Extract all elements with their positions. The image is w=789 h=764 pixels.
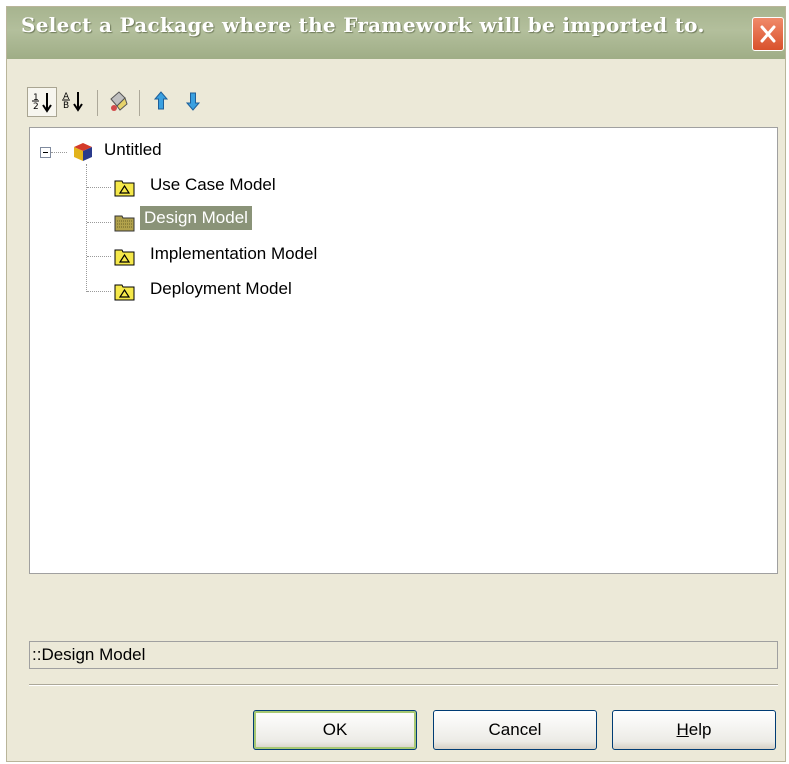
help-button[interactable]: Help [612,710,776,750]
cancel-button[interactable]: Cancel [433,710,597,750]
package-folder-icon [114,284,135,301]
svg-text:B: B [63,101,69,111]
tree-connector [87,222,111,223]
tree-connector [86,164,87,292]
title-bar[interactable]: Select a Package where the Framework wil… [7,7,785,59]
package-folder-icon [114,215,135,232]
model-cube-icon [74,143,92,161]
package-folder-icon [114,249,135,266]
sort-numeric-icon: 1 2 [32,93,52,113]
selected-path-field: ::Design Model [29,641,778,669]
tree-connector [87,256,111,257]
properties-icon [110,91,128,111]
divider [29,684,778,686]
selected-path-text: ::Design Model [32,645,146,664]
ok-button[interactable]: OK [253,710,417,750]
tree-connector [51,152,67,153]
package-folder-icon [114,180,135,197]
tree-item-label: Design Model [140,206,252,230]
close-x-icon [760,25,776,43]
toolbar-separator [97,90,98,116]
sort-numeric-button[interactable]: 1 2 [27,87,57,117]
tree-connector [87,291,111,292]
tree-item-label: Use Case Model [150,175,276,194]
sort-alpha-icon: A B [62,92,83,112]
properties-button[interactable] [105,87,135,117]
dialog-title: Select a Package where the Framework wil… [21,13,705,37]
move-down-button[interactable] [179,87,209,117]
toolbar-separator [139,90,140,116]
move-down-arrow-icon [185,92,201,111]
package-tree[interactable]: Untitled Use Case Model Design Model Imp… [29,127,778,574]
close-button[interactable] [752,17,784,51]
move-up-arrow-icon [153,91,169,110]
move-up-button[interactable] [147,87,177,117]
tree-root-label: Untitled [104,140,162,159]
tree-item-label: Implementation Model [150,244,318,263]
collapse-toggle[interactable] [40,147,51,158]
svg-text:2: 2 [33,102,39,112]
tree-connector [87,187,111,188]
tree-item-label: Deployment Model [150,279,292,298]
import-framework-dialog: Select a Package where the Framework wil… [6,6,786,762]
sort-alpha-button[interactable]: A B [59,87,89,117]
